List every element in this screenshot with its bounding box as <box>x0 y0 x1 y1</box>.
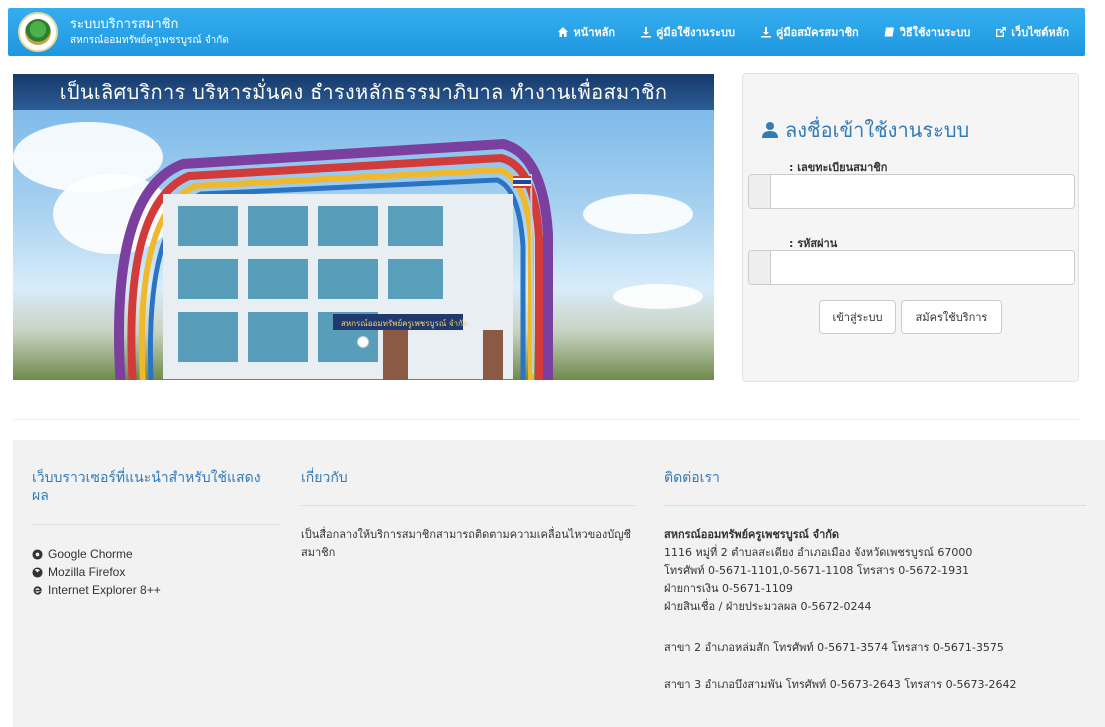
brand-title: ระบบบริการสมาชิก <box>70 17 179 32</box>
browsers-heading: เว็บบราวเซอร์ที่แนะนำสำหรับใช้แสดงผล <box>32 470 261 504</box>
password-addon <box>749 251 771 284</box>
nav-item-how-to[interactable]: วิธีใช้งานระบบ <box>884 23 971 41</box>
password-input[interactable] <box>771 251 1074 284</box>
contact-address: 1116 หมู่ที่ 2 ตำบลสะเดียง อำเภอเมือง จั… <box>664 546 973 559</box>
nav-item-label: วิธีใช้งานระบบ <box>899 26 971 39</box>
browser-label: Internet Explorer 8++ <box>48 583 161 597</box>
user-icon <box>762 122 778 138</box>
login-title: ลงชื่อเข้าใช้งานระบบ <box>761 114 969 146</box>
contact-phone: โทรศัพท์ 0-5671-1101,0-5671-1108 โทรสาร … <box>664 564 970 577</box>
download-icon <box>641 27 652 38</box>
login-panel: ลงชื่อเข้าใช้งานระบบ : เลขทะเบียนสมาชิก … <box>742 73 1079 382</box>
ie-icon <box>33 585 42 595</box>
nav-item-label: เว็บไซต์หลัก <box>1011 26 1069 39</box>
browser-item-firefox: Mozilla Firefox <box>32 565 125 579</box>
section-divider <box>13 419 1079 420</box>
nav-item-label: คู่มือใช้งานระบบ <box>656 26 735 39</box>
member-id-group <box>748 174 1075 209</box>
hero-slider[interactable]: สหกรณ์ออมทรัพย์ครูเพชรบูรณ์ จำกัด เป็นเล… <box>13 74 714 380</box>
browser-item-ie: Internet Explorer 8++ <box>32 583 161 597</box>
download-icon <box>760 27 771 38</box>
nav-menu: หน้าหลัก คู่มือใช้งานระบบ คู่มือสมัครสมา… <box>532 8 1069 56</box>
about-rule <box>301 505 636 506</box>
hero-banner: เป็นเลิศบริการ บริหารมั่นคง ธำรงหลักธรรม… <box>13 74 714 110</box>
nav-item-main-website[interactable]: เว็บไซต์หลัก <box>995 23 1069 41</box>
about-text: เป็นสื่อกลางให้บริการสมาชิกสามารถติดตามค… <box>301 528 632 559</box>
contact-rule <box>664 505 1086 506</box>
book-icon <box>884 27 894 37</box>
nav-item-label: คู่มือสมัครสมาชิก <box>775 26 859 39</box>
contact-branch-3: สาขา 3 อำเภอบึงสามพัน โทรศัพท์ 0-5673-26… <box>664 678 1017 691</box>
contact-finance: ฝ่ายการเงิน 0-5671-1109 <box>664 582 793 595</box>
browsers-rule <box>32 524 280 525</box>
brand-subtitle: สหกรณ์ออมทรัพย์ครูเพชรบูรณ์ จำกัด <box>70 35 229 46</box>
about-heading: เกี่ยวกับ <box>301 470 348 486</box>
browser-item-chrome: Google Chorme <box>32 547 133 561</box>
contact-heading: ติดต่อเรา <box>664 470 720 486</box>
browser-label: Google Chorme <box>48 547 133 561</box>
cloud-decoration <box>613 284 703 309</box>
contact-branch-2: สาขา 2 อำเภอหล่มสัก โทรศัพท์ 0-5671-3574… <box>664 641 1004 654</box>
building-sign-text: สหกรณ์ออมทรัพย์ครูเพชรบูรณ์ จำกัด <box>341 318 468 329</box>
password-group <box>748 250 1075 285</box>
member-id-input[interactable] <box>771 175 1074 208</box>
brand-text: ระบบบริการสมาชิก สหกรณ์ออมทรัพย์ครูเพชรบ… <box>70 16 229 48</box>
cooperative-logo-icon <box>18 12 58 52</box>
contact-credit: ฝ่ายสินเชื่อ / ฝ่ายประมวลผล 0-5672-0244 <box>664 600 872 613</box>
firefox-icon <box>32 566 43 578</box>
nav-item-label: หน้าหลัก <box>573 26 616 39</box>
nav-item-home[interactable]: หน้าหลัก <box>557 23 615 41</box>
browser-label: Mozilla Firefox <box>48 565 126 579</box>
home-icon <box>558 27 569 37</box>
chrome-icon <box>32 548 43 560</box>
external-link-icon <box>996 27 1007 37</box>
nav-item-register-manual[interactable]: คู่มือสมัครสมาชิก <box>760 23 859 41</box>
login-button[interactable]: เข้าสู่ระบบ <box>819 300 896 334</box>
top-navbar: ระบบบริการสมาชิก สหกรณ์ออมทรัพย์ครูเพชรบ… <box>8 8 1085 56</box>
footer: เว็บบราวเซอร์ที่แนะนำสำหรับใช้แสดงผล Goo… <box>13 440 1105 727</box>
nav-item-user-manual[interactable]: คู่มือใช้งานระบบ <box>640 23 735 41</box>
brand[interactable]: ระบบบริการสมาชิก สหกรณ์ออมทรัพย์ครูเพชรบ… <box>18 12 229 52</box>
building-photo: สหกรณ์ออมทรัพย์ครูเพชรบูรณ์ จำกัด <box>114 138 553 380</box>
hero-banner-text: เป็นเลิศบริการ บริหารมั่นคง ธำรงหลักธรรม… <box>59 80 668 104</box>
cloud-decoration <box>583 194 693 234</box>
member-id-addon <box>749 175 771 208</box>
slider-indicator-dot[interactable] <box>357 336 369 348</box>
contact-block: สหกรณ์ออมทรัพย์ครูเพชรบูรณ์ จำกัด 1116 ห… <box>664 526 972 616</box>
register-button[interactable]: สมัครใช้บริการ <box>901 300 1002 334</box>
login-title-text: ลงชื่อเข้าใช้งานระบบ <box>785 118 970 142</box>
contact-org: สหกรณ์ออมทรัพย์ครูเพชรบูรณ์ จำกัด <box>664 528 840 541</box>
